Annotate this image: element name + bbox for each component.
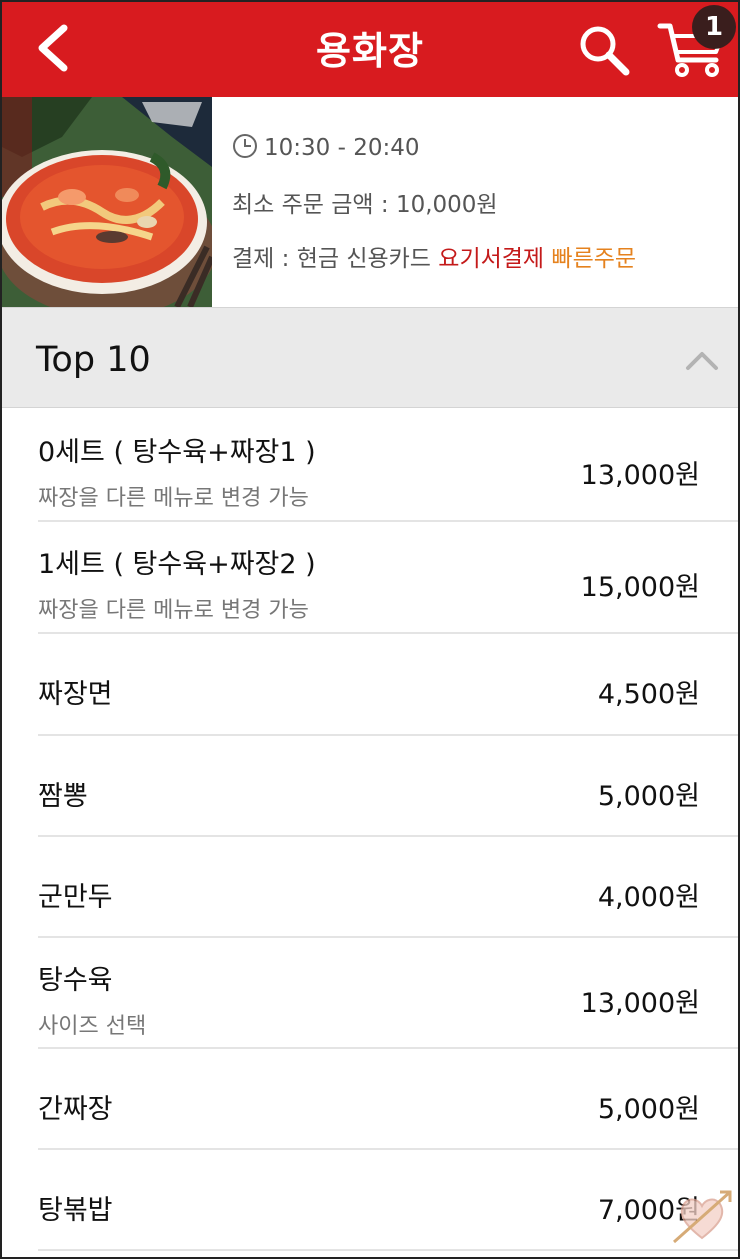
- payment-methods: 결제 : 현금 신용카드 요기서결제 빠른주문: [232, 239, 636, 273]
- restaurant-food-image: [2, 97, 212, 307]
- restaurant-info: 10:30 - 20:40 최소 주문 금액 : 10,000원 결제 : 현금…: [2, 97, 738, 307]
- menu-item-description: 사이즈 선택: [38, 1014, 147, 1039]
- menu-item[interactable]: 1세트 ( 탕수육+짜장2 ) 짜장을 다른 메뉴로 변경 가능 15,000원: [2, 522, 738, 634]
- payment-fast-tag: 빠른주문: [551, 246, 637, 272]
- clock-icon: [233, 134, 257, 158]
- menu-item-name: 1세트 ( 탕수육+짜장2 ): [38, 549, 316, 580]
- menu-item[interactable]: 탕볶밥 7,000원: [2, 1150, 738, 1251]
- menu-item-description: 짜장을 다른 메뉴로 변경 가능: [38, 486, 309, 511]
- menu-item-name: 탕볶밥: [38, 1195, 113, 1226]
- menu-item-price: 13,000원: [580, 988, 700, 1019]
- menu-item-name: 짜장면: [38, 679, 113, 710]
- menu-item-price: 5,000원: [597, 1094, 700, 1125]
- menu-item-price: 13,000원: [580, 460, 700, 491]
- menu-item-name: 군만두: [38, 882, 113, 913]
- menu-item[interactable]: 짜장면 4,500원: [2, 634, 738, 736]
- menu-item-name: 짬뽕: [38, 781, 88, 812]
- hours-text: 10:30 - 20:40: [264, 135, 420, 161]
- watermark-heart-arrow-icon: [673, 1190, 732, 1244]
- menu-item[interactable]: 짬뽕 5,000원: [2, 736, 738, 837]
- minimum-order: 최소 주문 금액 : 10,000원: [232, 192, 498, 218]
- app-frame: 용화장 1 10:30 - 20:40 최소 주문 금액: 10,000원 결…: [0, 0, 740, 1259]
- menu-item-price: 15,000원: [580, 572, 700, 603]
- top10-section-header[interactable]: Top 10: [2, 307, 738, 408]
- menu-list: 0세트 ( 탕수육+짜장1 ) 짜장을 다른 메뉴로 변경 가능 13,000원…: [2, 408, 738, 1251]
- menu-item[interactable]: 간짜장 5,000원: [2, 1049, 738, 1150]
- menu-item-price: 4,500원: [597, 679, 700, 710]
- menu-item-name: 탕수육: [38, 965, 113, 996]
- menu-item-price: 5,000원: [597, 781, 700, 812]
- payment-label: 결제 : 현금 신용카드: [232, 246, 431, 272]
- chevron-up-icon[interactable]: [684, 348, 720, 372]
- menu-item-description: 짜장을 다른 메뉴로 변경 가능: [38, 598, 309, 623]
- search-icon[interactable]: [576, 22, 632, 78]
- divider: [38, 1249, 738, 1251]
- menu-item[interactable]: 군만두 4,000원: [2, 837, 738, 938]
- business-hours: 10:30 - 20:40: [232, 133, 420, 161]
- cart-count-badge[interactable]: 1: [692, 5, 736, 49]
- payment-yogiyo-tag: 요기서결제: [438, 246, 545, 272]
- menu-item-name: 간짜장: [38, 1094, 113, 1125]
- menu-item-name: 0세트 ( 탕수육+짜장1 ): [38, 437, 316, 468]
- menu-item[interactable]: 탕수육 사이즈 선택 13,000원: [2, 938, 738, 1049]
- top-app-bar: 용화장 1: [2, 2, 738, 97]
- section-title: Top 10: [36, 340, 151, 380]
- menu-item[interactable]: 0세트 ( 탕수육+짜장1 ) 짜장을 다른 메뉴로 변경 가능 13,000원: [2, 408, 738, 522]
- menu-item-price: 4,000원: [597, 882, 700, 913]
